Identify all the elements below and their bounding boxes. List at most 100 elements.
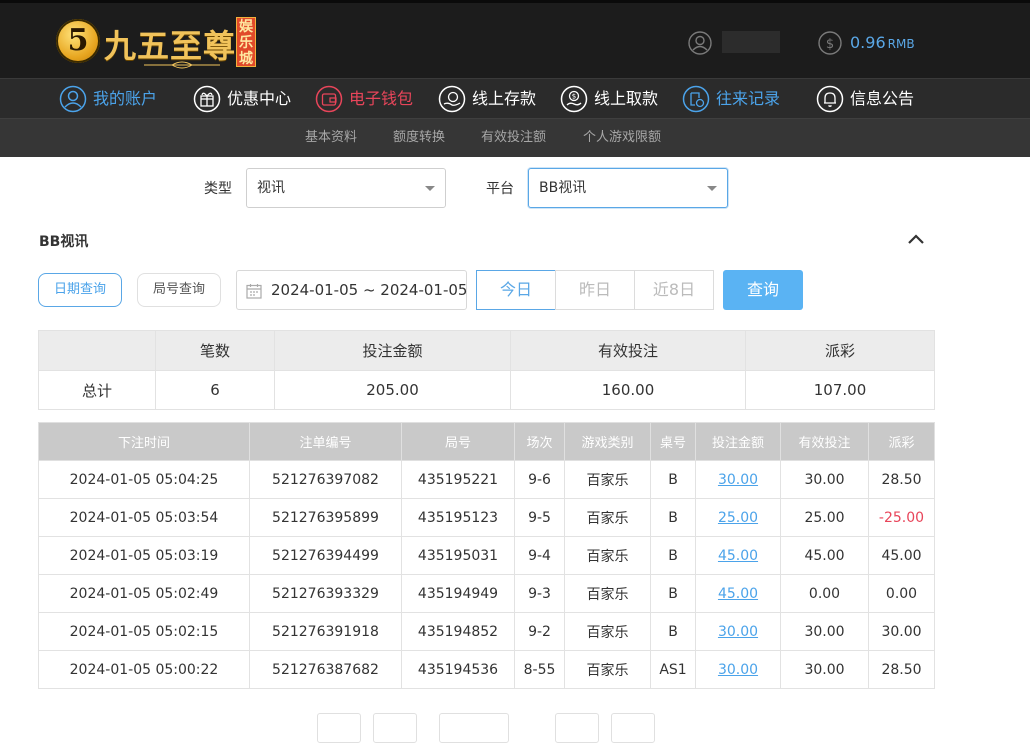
pagination-last-button[interactable]: [611, 713, 655, 743]
type-label: 类型: [204, 181, 232, 197]
yesterday-button[interactable]: 昨日: [555, 270, 635, 310]
table-cell: 435195031: [401, 536, 515, 575]
table-cell: 2024-01-05 05:04:25: [38, 460, 250, 499]
today-button[interactable]: 今日: [476, 270, 556, 310]
bell-icon: [816, 85, 844, 113]
platform-label: 平台: [486, 181, 514, 197]
column-header: 下注时间: [38, 422, 250, 461]
table-row: 2024-01-05 05:00:22 521276387682 435194536…: [38, 650, 935, 689]
table-cell: 百家乐: [564, 574, 651, 613]
table-cell: 2024-01-05 05:02:15: [38, 612, 250, 651]
table-cell: 45.00: [868, 536, 935, 575]
bet-amount-link[interactable]: 30.00: [695, 650, 781, 689]
chevron-down-icon: [707, 186, 717, 191]
table-cell: 435195221: [401, 460, 515, 499]
query-button[interactable]: 查询: [723, 270, 803, 310]
table-cell: 30.00: [780, 650, 869, 689]
records-header-row: 下注时间 注单编号 局号 场次 游戏类别 桌号 投注金额 有效投注 派彩: [38, 422, 935, 461]
table-cell: 2024-01-05 05:03:19: [38, 536, 250, 575]
date-query-tab[interactable]: 日期查询: [38, 273, 122, 307]
table-cell: 百家乐: [564, 536, 651, 575]
pagination-prev-button[interactable]: [373, 713, 417, 743]
column-header: 有效投注: [780, 422, 869, 461]
pagination-first-button[interactable]: [317, 713, 361, 743]
site-logo[interactable]: 5 九五至尊 娱乐城: [56, 17, 260, 71]
username: user: [722, 31, 780, 53]
table-cell: 521276391918: [249, 612, 402, 651]
summary-cell: 107.00: [745, 370, 935, 410]
chevron-up-icon[interactable]: [906, 231, 926, 247]
summary-table: 笔数 投注金额 有效投注 派彩 总计 6 205.00 160.00 107.0…: [38, 330, 935, 410]
subnav-valid-bets[interactable]: 有效投注额: [481, 119, 546, 157]
table-cell: 9-2: [514, 612, 565, 651]
logo-emblem: 5: [56, 19, 100, 63]
subnav-game-limits[interactable]: 个人游戏限额: [583, 119, 661, 157]
svg-text:$: $: [826, 37, 834, 52]
round-query-tab[interactable]: 局号查询: [137, 273, 221, 307]
summary-total-row: 总计 6 205.00 160.00 107.00: [38, 370, 935, 410]
logo-flourish: [144, 61, 220, 69]
type-select[interactable]: 视讯: [246, 168, 446, 208]
last-8-days-button[interactable]: 近8日: [634, 270, 714, 310]
table-cell: 521276387682: [249, 650, 402, 689]
calendar-icon: [246, 284, 262, 299]
table-cell: 30.00: [868, 612, 935, 651]
subnav-basic-info[interactable]: 基本资料: [305, 119, 357, 157]
chevron-down-icon: [425, 186, 435, 191]
user-icon: [688, 31, 712, 55]
column-header: 游戏类别: [564, 422, 651, 461]
table-cell: 45.00: [780, 536, 869, 575]
column-header: 派彩: [868, 422, 935, 461]
section-title: BB视讯: [39, 234, 89, 250]
summary-cell: 总计: [38, 370, 156, 410]
balance-amount: 0.96 RMB: [850, 33, 915, 52]
date-range-input[interactable]: 2024-01-05 ~ 2024-01-05: [236, 270, 467, 310]
summary-header: 派彩: [745, 330, 935, 371]
bet-amount-link[interactable]: 25.00: [695, 498, 781, 537]
table-cell: 2024-01-05 05:00:22: [38, 650, 250, 689]
column-header: 局号: [401, 422, 515, 461]
table-row: 2024-01-05 05:02:49 521276393329 435194949…: [38, 574, 935, 613]
column-header: 场次: [514, 422, 565, 461]
column-header: 注单编号: [249, 422, 402, 461]
gift-icon: [193, 85, 221, 113]
platform-select[interactable]: BB视讯: [528, 168, 728, 208]
summary-header: 投注金额: [274, 330, 511, 371]
pagination-next-button[interactable]: [555, 713, 599, 743]
top-bar: 5 九五至尊 娱乐城 user $ 0.96RMB: [0, 0, 1030, 78]
records-icon: [682, 85, 710, 113]
table-cell: 435194949: [401, 574, 515, 613]
bet-amount-link[interactable]: 30.00: [695, 612, 781, 651]
table-cell: 2024-01-05 05:02:49: [38, 574, 250, 613]
wallet-icon: [315, 85, 343, 113]
table-cell: 百家乐: [564, 460, 651, 499]
bet-amount-link[interactable]: 45.00: [695, 536, 781, 575]
table-cell: B: [650, 498, 696, 537]
table-cell: 521276397082: [249, 460, 402, 499]
user-icon: [59, 85, 87, 113]
table-cell: 百家乐: [564, 612, 651, 651]
table-cell: 435194852: [401, 612, 515, 651]
withdraw-icon: $: [560, 85, 588, 113]
table-cell: 0.00: [780, 574, 869, 613]
table-cell: 25.00: [780, 498, 869, 537]
bet-amount-link[interactable]: 45.00: [695, 574, 781, 613]
pagination-page-input[interactable]: [439, 713, 509, 743]
table-cell: 435194536: [401, 650, 515, 689]
main-nav: 我的账户 优惠中心 电子钱包 线上存款 $ 线上取款 往来记录 信息公告: [0, 78, 1030, 119]
table-cell: B: [650, 460, 696, 499]
table-cell: 8-55: [514, 650, 565, 689]
table-row: 2024-01-05 05:04:25 521276397082 435195221…: [38, 460, 935, 499]
summary-cell: 160.00: [510, 370, 746, 410]
table-cell: 28.50: [868, 460, 935, 499]
table-cell: B: [650, 612, 696, 651]
table-cell: B: [650, 574, 696, 613]
bet-amount-link[interactable]: 30.00: [695, 460, 781, 499]
sub-nav: 基本资料 额度转换 有效投注额 个人游戏限额: [0, 119, 1030, 157]
table-cell: 521276395899: [249, 498, 402, 537]
table-cell: 521276394499: [249, 536, 402, 575]
deposit-icon: [438, 85, 466, 113]
subnav-credit-transfer[interactable]: 额度转换: [393, 119, 445, 157]
table-cell: -25.00: [868, 498, 935, 537]
table-cell: 百家乐: [564, 498, 651, 537]
